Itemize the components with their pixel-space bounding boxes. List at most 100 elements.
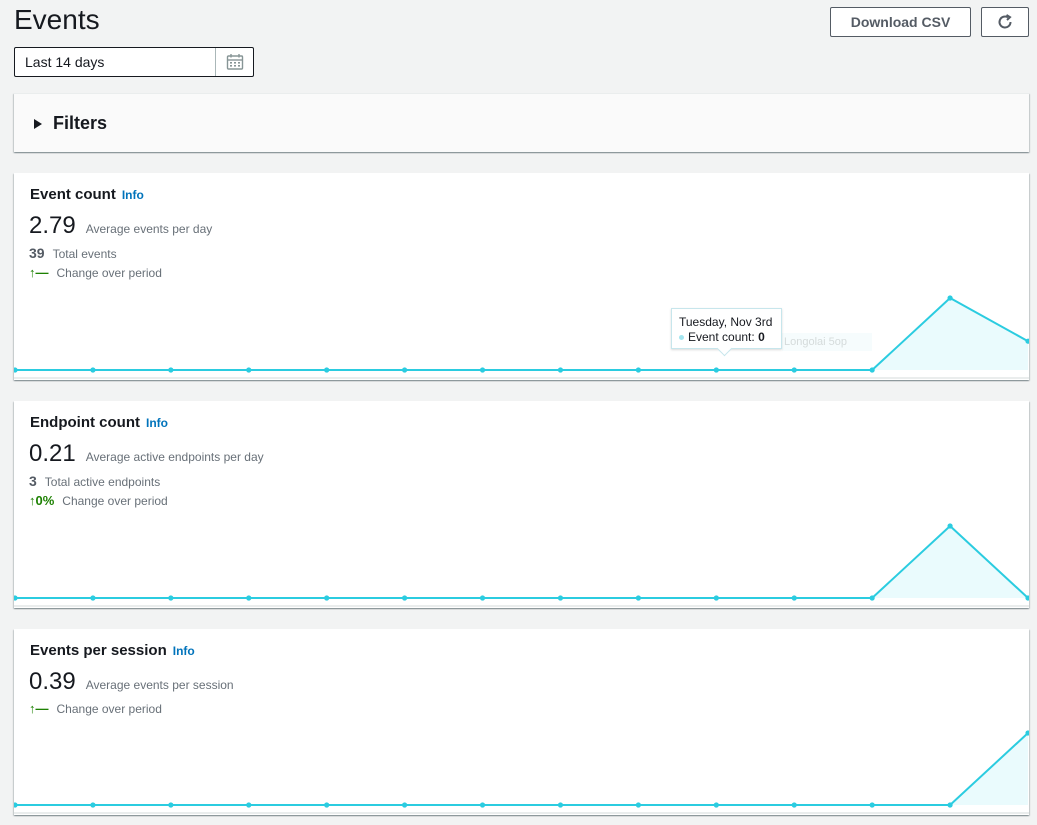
data-point [324,367,330,373]
change-metric: ↑0% Change over period [29,493,168,508]
data-point [479,595,486,601]
data-point [635,367,641,373]
data-point [402,367,408,373]
change-label: Change over period [62,494,168,508]
data-point [479,367,486,373]
data-point [14,367,18,373]
page-title: Events [14,4,100,35]
filters-toggle[interactable]: Filters [34,94,107,153]
data-point [246,595,252,601]
data-point [14,802,18,808]
data-point [168,802,174,808]
secondary-label: Total active endpoints [44,475,161,489]
events-per-session-card: Events per session Info 0.39 Average eve… [14,629,1029,815]
change-value: ↑— [29,701,49,716]
card-title-text: Events per session [30,642,167,659]
change-value: ↑0% [29,493,55,508]
data-point [168,367,174,373]
info-link[interactable]: Info [146,416,168,430]
data-point [869,595,875,601]
series-dot-icon [679,335,684,341]
refresh-button[interactable] [981,7,1029,37]
primary-value: 2.79 [29,212,76,239]
chart-tooltip: Tuesday, Nov 3rd Event count: 0 [671,308,782,357]
data-point [168,595,174,601]
data-point [791,595,797,601]
secondary-label: Total events [52,247,117,261]
card-title: Event count Info [30,186,144,203]
data-point [713,802,719,808]
card-title-text: Endpoint count [30,414,140,431]
primary-metric: 0.21 Average active endpoints per day [29,440,264,468]
calendar-button[interactable] [215,48,253,76]
secondary-metric: 3 Total active endpoints [29,473,160,489]
card-title-text: Event count [30,186,116,203]
primary-metric: 2.79 Average events per day [29,212,212,240]
tooltip-value: 0 [758,330,765,344]
filters-panel: Filters [14,93,1029,152]
series-line [15,296,1029,371]
primary-metric: 0.39 Average events per session [29,668,234,696]
primary-value: 0.39 [29,668,76,695]
primary-label: Average events per day [85,222,213,236]
data-point [402,595,408,601]
change-label: Change over period [56,266,162,280]
data-point [869,367,875,373]
card-title: Endpoint count Info [30,414,168,431]
primary-label: Average events per session [85,678,234,692]
data-point [246,802,252,808]
series-area [15,526,1028,598]
caret-right-icon [34,118,42,129]
series-area [15,733,1028,805]
data-point [947,802,953,808]
data-point [635,595,641,601]
event-count-chart[interactable] [14,288,1029,380]
primary-value: 0.21 [29,440,76,467]
data-point [557,367,564,373]
data-point [90,595,96,601]
events-per-session-chart[interactable] [14,723,1029,815]
tooltip-date: Tuesday, Nov 3rd [679,315,773,329]
refresh-icon [998,14,1012,29]
secondary-metric: 39 Total events [29,245,117,261]
change-label: Change over period [56,702,162,716]
tooltip-ghost-text: Longolai 5op [782,333,872,351]
change-metric: ↑— Change over period [29,701,162,716]
card-title: Events per session Info [30,642,195,659]
info-link[interactable]: Info [173,644,195,658]
filters-label: Filters [53,113,108,133]
calendar-icon [226,54,243,70]
change-metric: ↑— Change over period [29,265,162,280]
date-range-value: Last 14 days [25,54,105,70]
data-point [479,802,486,808]
data-point [947,295,953,301]
date-range-picker[interactable]: Last 14 days [14,47,254,77]
data-point [713,595,719,601]
data-point [90,802,96,808]
data-point [635,802,641,808]
data-point [90,367,96,373]
endpoint-count-chart[interactable] [14,516,1029,608]
data-point [557,802,564,808]
change-value: ↑— [29,265,49,280]
download-csv-button[interactable]: Download CSV [830,7,971,37]
endpoint-count-card: Endpoint count Info 0.21 Average active … [14,401,1029,608]
data-point [324,595,330,601]
data-point [14,595,18,601]
info-link[interactable]: Info [122,188,144,202]
tooltip-row: Event count: 0 [679,330,781,345]
data-point [869,802,875,808]
data-point [402,802,408,808]
data-point [246,367,252,373]
series-line [15,732,1029,806]
data-point [791,367,797,373]
secondary-value: 3 [29,473,37,489]
data-point [947,523,953,529]
series-area [15,298,1028,370]
primary-label: Average active endpoints per day [85,450,264,464]
secondary-value: 39 [29,245,45,261]
data-point [324,802,330,808]
data-point [557,595,564,601]
series-line [15,524,1029,599]
data-point [791,802,797,808]
